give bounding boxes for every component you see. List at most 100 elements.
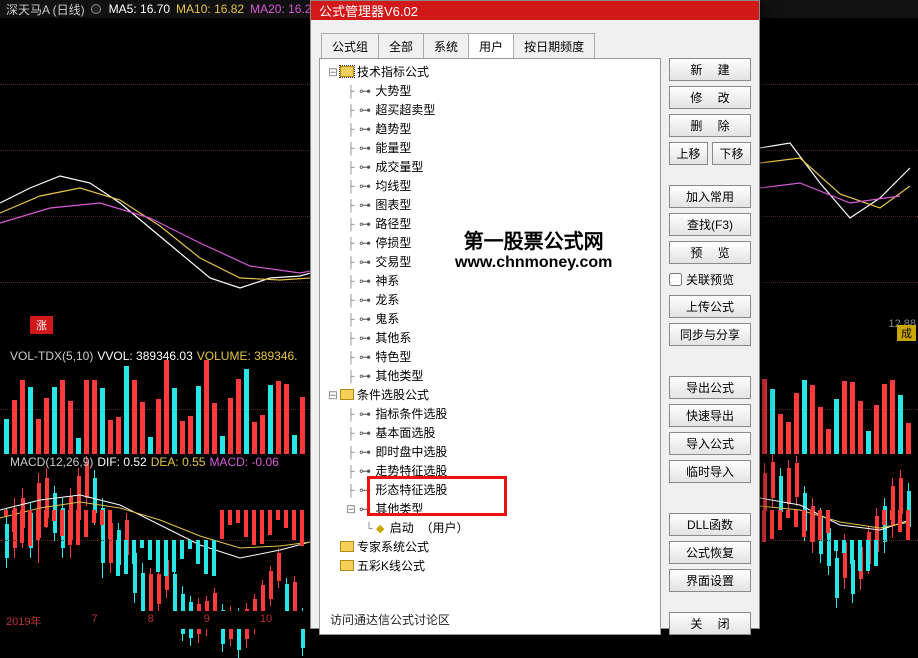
ma5-label: MA5: 16.70 — [109, 2, 170, 16]
tree-leaf[interactable]: ├ 交易型 — [344, 253, 656, 272]
tree-leaf[interactable]: ├ 图表型 — [344, 196, 656, 215]
time-tick: 8 — [148, 613, 154, 627]
link-icon — [358, 291, 372, 309]
link-icon — [358, 215, 372, 233]
edit-button[interactable]: 修 改 — [669, 86, 751, 109]
restore-button[interactable]: 公式恢复 — [669, 541, 751, 564]
find-button[interactable]: 查找(F3) — [669, 213, 751, 236]
link-icon — [358, 253, 372, 271]
link-icon — [358, 481, 372, 499]
delete-button[interactable]: 删 除 — [669, 114, 751, 137]
tree-label: 五彩K线公式 — [357, 559, 425, 573]
tree-leaf[interactable]: ├ 停损型 — [344, 234, 656, 253]
tree-leaf[interactable]: ├ 大势型 — [344, 82, 656, 101]
tree-leaf[interactable]: ├ 神系 — [344, 272, 656, 291]
folder-icon — [340, 560, 354, 571]
link-icon — [358, 82, 372, 100]
tab-system[interactable]: 系统 — [424, 33, 469, 60]
tree-node-expert[interactable]: 专家系统公式 — [326, 538, 656, 557]
checkbox-icon[interactable] — [669, 273, 682, 286]
link-preview-checkbox[interactable]: 关联预览 — [669, 269, 751, 290]
uiset-button[interactable]: 界面设置 — [669, 569, 751, 592]
folder-icon — [340, 541, 354, 552]
tab-all[interactable]: 全部 — [379, 33, 424, 60]
tree-leaf[interactable]: ├ 路径型 — [344, 215, 656, 234]
moveup-button[interactable]: 上移 — [669, 142, 708, 165]
tree-node-cond-select[interactable]: ⊟条件选股公式 ├ 指标条件选股├ 基本面选股├ 即时盘中选股├ 走势特征选股├… — [326, 386, 656, 538]
link-icon — [358, 500, 372, 518]
link-icon — [358, 177, 372, 195]
macd-name: MACD(12,26,9) — [10, 455, 93, 469]
tree-node-tech-indicators[interactable]: ⊟技术指标公式 ├ 大势型├ 超买超卖型├ 趋势型├ 能量型├ 成交量型├ 均线… — [326, 63, 656, 386]
folder-icon — [340, 389, 354, 400]
dialog-titlebar[interactable]: 公式管理器V6.02 — [311, 1, 759, 20]
dif-label: DIF: 0.52 — [97, 455, 146, 469]
link-icon — [358, 405, 372, 423]
link-icon — [358, 424, 372, 442]
link-icon — [358, 234, 372, 252]
tree-label: 技术指标公式 — [357, 65, 429, 79]
link-icon — [358, 272, 372, 290]
tree-node-other[interactable]: ⊟ 其他类型└◆ 启动 （用户） — [344, 500, 656, 538]
link-icon — [358, 329, 372, 347]
link-icon — [358, 101, 372, 119]
tab-user[interactable]: 用户 — [469, 33, 514, 60]
close-button[interactable]: 关 闭 — [669, 612, 751, 635]
time-tick: 9 — [204, 613, 210, 627]
import-button[interactable]: 导入公式 — [669, 432, 751, 455]
tree-leaf[interactable]: ├ 趋势型 — [344, 120, 656, 139]
tree-leaf[interactable]: ├ 其他类型 — [344, 367, 656, 386]
link-icon — [358, 367, 372, 385]
forum-link[interactable]: 访问通达信公式讨论区 — [330, 611, 450, 628]
stock-title: 深天马A (日线) — [6, 1, 85, 18]
link-icon — [358, 310, 372, 328]
tree-leaf[interactable]: ├ 特色型 — [344, 348, 656, 367]
formula-tree[interactable]: ⊟技术指标公式 ├ 大势型├ 超买超卖型├ 趋势型├ 能量型├ 成交量型├ 均线… — [319, 58, 661, 635]
volume-label: VOLUME: 389346. — [197, 349, 298, 363]
dialog-button-column: 新 建 修 改 删 除 上移 下移 加入常用 查找(F3) 预 览 关联预览 上… — [669, 58, 751, 635]
addfav-button[interactable]: 加入常用 — [669, 185, 751, 208]
tree-leaf[interactable]: ├ 超买超卖型 — [344, 101, 656, 120]
tree-leaf[interactable]: ├ 基本面选股 — [344, 424, 656, 443]
dialog-tabs: 公式组 全部 系统 用户 按日期频度 — [321, 32, 595, 59]
tree-leaf[interactable]: ├ 形态特征选股 — [344, 481, 656, 500]
tree-node-colork[interactable]: 五彩K线公式 — [326, 557, 656, 576]
ma20-label: MA20: 16.22 — [250, 2, 318, 16]
link-icon — [358, 120, 372, 138]
tree-leaf[interactable]: ├ 即时盘中选股 — [344, 443, 656, 462]
tree-leaf[interactable]: ├ 指标条件选股 — [344, 405, 656, 424]
indicator-dot-icon[interactable] — [91, 4, 101, 14]
tree-leaf[interactable]: ├ 成交量型 — [344, 158, 656, 177]
tmpimp-button[interactable]: 临时导入 — [669, 460, 751, 483]
ma10-label: MA10: 16.82 — [176, 2, 244, 16]
export-button[interactable]: 导出公式 — [669, 376, 751, 399]
rise-badge: 涨 — [30, 316, 53, 334]
vol-label: VOL-TDX(5,10) — [10, 349, 93, 363]
preview-button[interactable]: 预 览 — [669, 241, 751, 264]
tree-leaf-qidong[interactable]: └◆ 启动 （用户） — [362, 519, 656, 538]
checkbox-label: 关联预览 — [686, 271, 734, 288]
tab-by-date[interactable]: 按日期频度 — [514, 33, 595, 60]
tab-formula-group[interactable]: 公式组 — [321, 33, 379, 60]
link-icon — [358, 462, 372, 480]
macd-value: MACD: -0.06 — [209, 455, 278, 469]
tree-leaf[interactable]: ├ 龙系 — [344, 291, 656, 310]
quickexp-button[interactable]: 快速导出 — [669, 404, 751, 427]
tree-leaf[interactable]: ├ 走势特征选股 — [344, 462, 656, 481]
upload-button[interactable]: 上传公式 — [669, 295, 751, 318]
sync-button[interactable]: 同步与分享 — [669, 323, 751, 346]
dll-button[interactable]: DLL函数 — [669, 513, 751, 536]
time-tick: 7 — [91, 613, 97, 627]
tree-leaf[interactable]: ├ 鬼系 — [344, 310, 656, 329]
tree-leaf[interactable]: ├ 其他系 — [344, 329, 656, 348]
tree-leaf[interactable]: ├ 能量型 — [344, 139, 656, 158]
movedown-button[interactable]: 下移 — [712, 142, 751, 165]
right-badge: 成 — [897, 325, 916, 341]
new-button[interactable]: 新 建 — [669, 58, 751, 81]
tree-leaf[interactable]: ├ 均线型 — [344, 177, 656, 196]
tree-label: 条件选股公式 — [357, 388, 429, 402]
dea-label: DEA: 0.55 — [151, 455, 206, 469]
time-tick: 10 — [260, 613, 272, 627]
link-icon — [358, 139, 372, 157]
vvol-label: VVOL: 389346.03 — [97, 349, 192, 363]
